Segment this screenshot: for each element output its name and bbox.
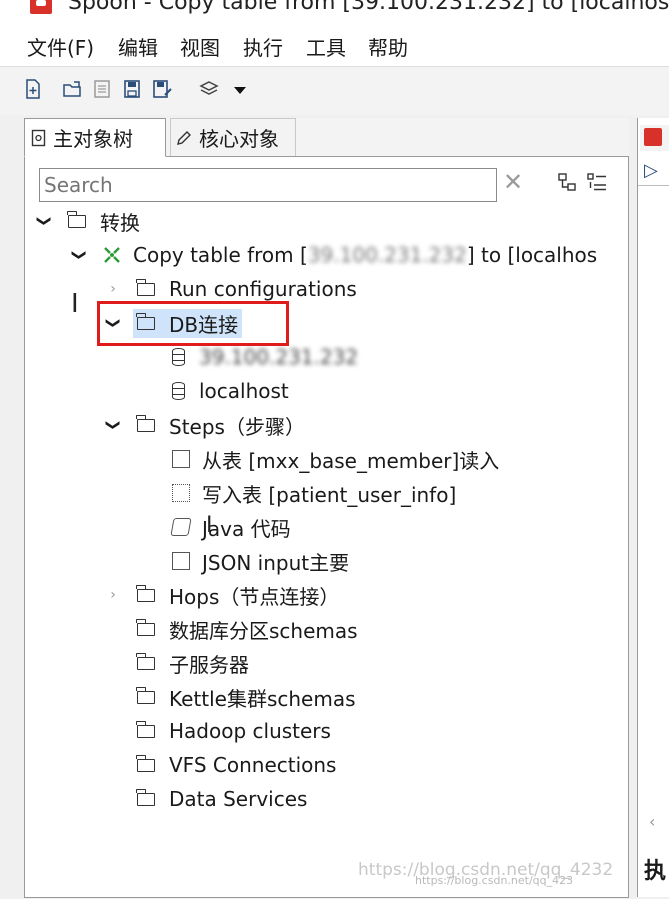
tree-node-step-table-output[interactable]: 写入表 [patient_user_info] [172,477,456,509]
tree-label: Hadoop clusters [169,719,331,743]
tree-label: 写入表 [patient_user_info] [202,482,457,507]
folder-icon [67,210,86,228]
tab-main-label: 主对象树 [53,127,133,151]
transformation-label-suffix: ] to [localhos [466,243,598,267]
chevron-right-icon[interactable]: › [103,279,123,299]
tree-node-steps[interactable]: ❯ Steps（步骤） [103,409,305,441]
transformation-label-prefix: Copy table from [ [133,243,308,267]
tree-label: Kettle集群schemas [169,686,356,711]
folder-icon [136,618,155,636]
chevron-down-icon[interactable]: ❯ [69,245,89,265]
tree-label: Hops（节点连接） [169,584,340,609]
database-icon [172,382,185,400]
open-icon[interactable] [62,79,84,99]
tab-core-label: 核心对象 [199,127,279,151]
chevron-down-icon[interactable]: ❯ [103,415,123,435]
tree-node-partition-schemas[interactable]: 数据库分区schemas [136,613,358,645]
tree-node-hadoop-clusters[interactable]: Hadoop clusters [136,715,331,747]
layers-icon[interactable] [198,79,220,99]
folder-icon [136,686,155,704]
tree-label: 从表 [mxx_base_member]读入 [202,448,500,473]
table-input-icon [172,450,190,468]
folder-icon [136,414,155,432]
database-icon [172,348,185,366]
menu-bar: 文件(F) 编辑 视图 执行 工具 帮助 [0,16,669,67]
tree-node-transformations[interactable]: ❯ 转换 [34,205,140,237]
divider [638,185,669,186]
menu-tools[interactable]: 工具 [306,32,346,61]
watermark-small: https://blog.csdn.net/qq_423 [415,874,574,887]
folder-icon [136,278,155,296]
folder-icon [136,652,155,670]
menu-file[interactable]: 文件(F) [27,32,94,61]
tree-label: JSON input主要 [202,550,350,575]
right-panel-label: 执 [644,859,667,884]
menu-view[interactable]: 视图 [180,32,220,61]
menu-edit[interactable]: 编辑 [118,32,158,61]
tree-label: Run configurations [169,277,357,301]
json-input-icon [172,552,190,570]
menu-help[interactable]: 帮助 [368,32,408,61]
spoon-app-icon [30,0,52,14]
pencil-icon [177,130,191,145]
text-cursor-icon: I [71,289,79,319]
expand-all-icon[interactable] [586,172,608,192]
highlight-box [97,301,289,346]
tree-node-data-services[interactable]: Data Services [136,783,308,815]
tree-node-transformation[interactable]: ❯ Copy table from [ 39.100.231.232 ] to … [69,239,597,271]
tab-main-object-tree[interactable]: 主对象树 [24,118,166,157]
blurred-host: 39.100.231.232 [307,243,467,267]
tree-node-kettle-cluster[interactable]: Kettle集群schemas [136,681,356,713]
tree-node-hops[interactable]: › Hops（节点连接） [103,579,339,611]
save-icon[interactable] [123,79,141,99]
new-file-icon[interactable] [24,79,42,99]
dropdown-arrow-icon[interactable] [232,79,248,99]
toolbar [0,67,669,115]
folder-icon [136,720,155,738]
chevron-right-icon[interactable]: › [103,585,123,605]
folder-icon [136,754,155,772]
folder-icon [136,788,155,806]
tree-label: Java 代码 [202,516,291,541]
title-bar: Spoon - Copy table from [39.100.231.232]… [0,0,669,16]
tree-label: VFS Connections [169,753,337,777]
search-input[interactable] [39,168,497,202]
text-cursor-icon: I [206,513,213,538]
tree-label: 子服务器 [169,652,249,677]
tree-label: localhost [199,379,289,403]
transformation-tab-icon [644,128,662,146]
tree-label: 转换 [100,210,140,235]
tree-label: Data Services [169,787,308,811]
chevron-down-icon[interactable]: ❯ [34,211,54,231]
table-output-icon [172,484,190,502]
tree-node-vfs-connections[interactable]: VFS Connections [136,749,337,781]
menu-run[interactable]: 执行 [243,32,283,61]
right-panel [637,118,669,897]
java-script-icon [170,518,192,536]
tree-label: 数据库分区schemas [169,618,358,643]
right-tab[interactable] [640,125,669,151]
tree-node-step-json[interactable]: JSON input主要 [172,545,349,577]
tab-core-objects[interactable]: 核心对象 [170,118,296,156]
scroll-left-icon[interactable]: ‹ [649,812,655,831]
folder-icon [136,584,155,602]
explore-repo-icon[interactable] [93,79,111,99]
window-title: Spoon - Copy table from [39.100.231.232]… [68,0,669,15]
run-play-icon[interactable]: ▷ [644,160,658,181]
tree-node-db-localhost[interactable]: localhost [172,375,289,407]
tab-bar: 主对象树 核心对象 [24,118,629,157]
tree-label: 39.100.231.232 [199,345,359,369]
tree-view-icon [31,129,46,146]
save-as-icon[interactable] [152,79,174,99]
tree-label: Steps（步骤） [169,414,305,439]
clear-search-icon[interactable]: ✕ [503,168,523,196]
tree-node-step-java[interactable]: Java 代码 [170,511,291,543]
transformation-icon [104,247,120,263]
tree-node-slave-servers[interactable]: 子服务器 [136,647,249,679]
collapse-all-icon[interactable] [557,172,577,192]
tree-node-step-table-input[interactable]: 从表 [mxx_base_member]读入 [172,443,499,475]
